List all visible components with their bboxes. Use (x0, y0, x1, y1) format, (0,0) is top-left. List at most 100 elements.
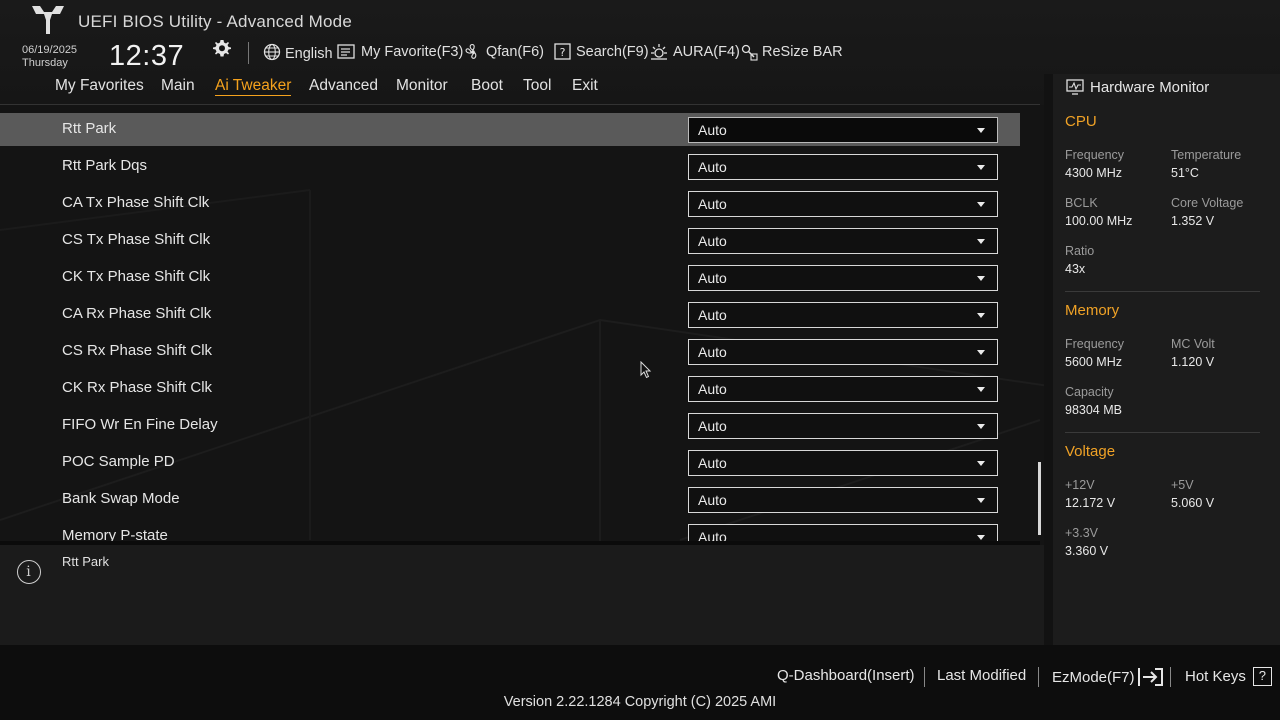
cpu-frequency-label: Frequency (1065, 148, 1125, 162)
chevron-down-icon (977, 165, 985, 170)
settings-scrollbar[interactable] (1038, 462, 1041, 535)
tab-ai-tweaker[interactable]: Ai Tweaker (215, 77, 292, 96)
setting-dropdown[interactable]: Auto (688, 450, 998, 476)
setting-row-ck-rx-phase-shift-clk[interactable]: CK Rx Phase Shift Clk Auto (0, 372, 1020, 405)
chevron-down-icon (977, 313, 985, 318)
ratio-label: Ratio (1065, 244, 1095, 258)
cpu-temperature-value: 51°C (1171, 166, 1199, 180)
setting-dropdown[interactable]: Auto (688, 265, 998, 291)
footer-separator (924, 667, 925, 687)
setting-row-rtt-park-dqs[interactable]: Rtt Park Dqs Auto (0, 150, 1020, 183)
setting-dropdown[interactable]: Auto (688, 191, 998, 217)
setting-row-ck-tx-phase-shift-clk[interactable]: CK Tx Phase Shift Clk Auto (0, 261, 1020, 294)
ratio-value: 43x (1065, 262, 1086, 276)
v12-value: 12.172 V (1065, 496, 1116, 510)
setting-row-cs-rx-phase-shift-clk[interactable]: CS Rx Phase Shift Clk Auto (0, 335, 1020, 368)
setting-row-ca-rx-phase-shift-clk[interactable]: CA Rx Phase Shift Clk Auto (0, 298, 1020, 331)
setting-dropdown[interactable]: Auto (688, 302, 998, 328)
resize-bar-label: ReSize BAR (762, 44, 843, 60)
dropdown-value: Auto (698, 418, 727, 434)
resize-bar-button[interactable]: ReSize BAR (740, 42, 843, 62)
v33-label: +3.3V (1065, 526, 1099, 540)
settings-list: Rtt Park Auto Rtt Park Dqs Auto CA Tx Ph… (0, 107, 1040, 541)
chevron-down-icon (977, 276, 985, 281)
core-voltage-label: Core Voltage (1171, 196, 1244, 210)
v5-value: 5.060 V (1171, 496, 1215, 510)
chevron-down-icon (977, 239, 985, 244)
setting-label: CA Tx Phase Shift Clk (62, 194, 210, 211)
setting-dropdown[interactable]: Auto (688, 524, 998, 541)
tab-boot[interactable]: Boot (471, 77, 503, 95)
dropdown-value: Auto (698, 122, 727, 138)
svg-text:?: ? (560, 46, 566, 59)
day-text: Thursday (22, 57, 68, 69)
hot-keys-button[interactable]: Hot Keys ? (1185, 667, 1272, 686)
setting-row-rtt-park[interactable]: Rtt Park Auto (0, 113, 1020, 146)
setting-row-ca-tx-phase-shift-clk[interactable]: CA Tx Phase Shift Clk Auto (0, 187, 1020, 220)
chevron-down-icon (977, 461, 985, 466)
setting-row-bank-swap-mode[interactable]: Bank Swap Mode Auto (0, 483, 1020, 516)
aura-icon (651, 44, 667, 60)
setting-label: Memory P-state (62, 527, 168, 541)
chevron-down-icon (977, 498, 985, 503)
q-dashboard-button[interactable]: Q-Dashboard(Insert) (777, 667, 915, 684)
tab-my-favorites[interactable]: My Favorites (55, 77, 144, 95)
help-icon: ? (1252, 667, 1272, 686)
hardware-monitor-panel: Hardware Monitor CPU Frequency 4300 MHz … (1053, 74, 1280, 645)
setting-dropdown[interactable]: Auto (688, 339, 998, 365)
cpu-temperature-label: Temperature (1171, 148, 1242, 162)
v33-value: 3.360 V (1065, 544, 1109, 558)
setting-row-fifo-wr-en-fine-delay[interactable]: FIFO Wr En Fine Delay Auto (0, 409, 1020, 442)
setting-dropdown[interactable]: Auto (688, 228, 998, 254)
capacity-label: Capacity (1065, 385, 1114, 399)
qfan-button[interactable]: Qfan(F6) (464, 42, 544, 62)
version-text: Version 2.22.1284 Copyright (C) 2025 AMI (503, 694, 777, 710)
bclk-value: 100.00 MHz (1065, 214, 1133, 228)
globe-icon (263, 43, 281, 61)
tab-main[interactable]: Main (161, 77, 195, 95)
dropdown-value: Auto (698, 529, 727, 541)
tab-monitor[interactable]: Monitor (396, 77, 448, 95)
aura-button[interactable]: AURA(F4) (649, 42, 740, 62)
panel-divider (1044, 74, 1053, 645)
resize-bar-icon (741, 44, 758, 61)
chevron-down-icon (977, 387, 985, 392)
setting-label: Rtt Park (62, 120, 117, 137)
memory-frequency-label: Frequency (1065, 337, 1125, 351)
setting-dropdown[interactable]: Auto (688, 413, 998, 439)
tab-exit[interactable]: Exit (572, 77, 598, 95)
ezmode-button[interactable]: EzMode(F7) (1052, 667, 1165, 687)
gear-icon[interactable] (212, 38, 232, 58)
setting-label: CS Tx Phase Shift Clk (62, 231, 211, 248)
dropdown-value: Auto (698, 159, 727, 175)
chevron-down-icon (977, 424, 985, 429)
language-label: English (285, 46, 333, 62)
toolbar-separator (248, 42, 249, 64)
setting-row-memory-p-state[interactable]: Memory P-state Auto (0, 520, 1020, 541)
language-button[interactable]: English (263, 42, 333, 62)
dropdown-value: Auto (698, 492, 727, 508)
setting-row-poc-sample-pd[interactable]: POC Sample PD Auto (0, 446, 1020, 479)
qfan-label: Qfan(F6) (486, 44, 545, 60)
mouse-cursor-icon (640, 361, 652, 379)
dropdown-value: Auto (698, 270, 727, 286)
dropdown-value: Auto (698, 344, 727, 360)
setting-dropdown[interactable]: Auto (688, 154, 998, 180)
cpu-frequency-value: 4300 MHz (1065, 166, 1122, 180)
voltage-heading: Voltage (1065, 443, 1116, 460)
setting-dropdown[interactable]: Auto (688, 376, 998, 402)
setting-dropdown[interactable]: Auto (688, 117, 998, 143)
tab-tool[interactable]: Tool (523, 77, 551, 95)
setting-dropdown[interactable]: Auto (688, 487, 998, 513)
dropdown-value: Auto (698, 233, 727, 249)
setting-label: CS Rx Phase Shift Clk (62, 342, 213, 359)
last-modified-button[interactable]: Last Modified (937, 667, 1026, 684)
search-label: Search(F9) (576, 44, 649, 60)
menu-divider (0, 104, 1040, 105)
setting-row-cs-tx-phase-shift-clk[interactable]: CS Tx Phase Shift Clk Auto (0, 224, 1020, 257)
setting-label: Bank Swap Mode (62, 490, 180, 507)
tab-advanced[interactable]: Advanced (309, 77, 378, 95)
hw-divider (1065, 291, 1260, 292)
my-favorite-button[interactable]: My Favorite(F3) (337, 42, 463, 62)
search-button[interactable]: ? Search(F9) (554, 42, 649, 62)
